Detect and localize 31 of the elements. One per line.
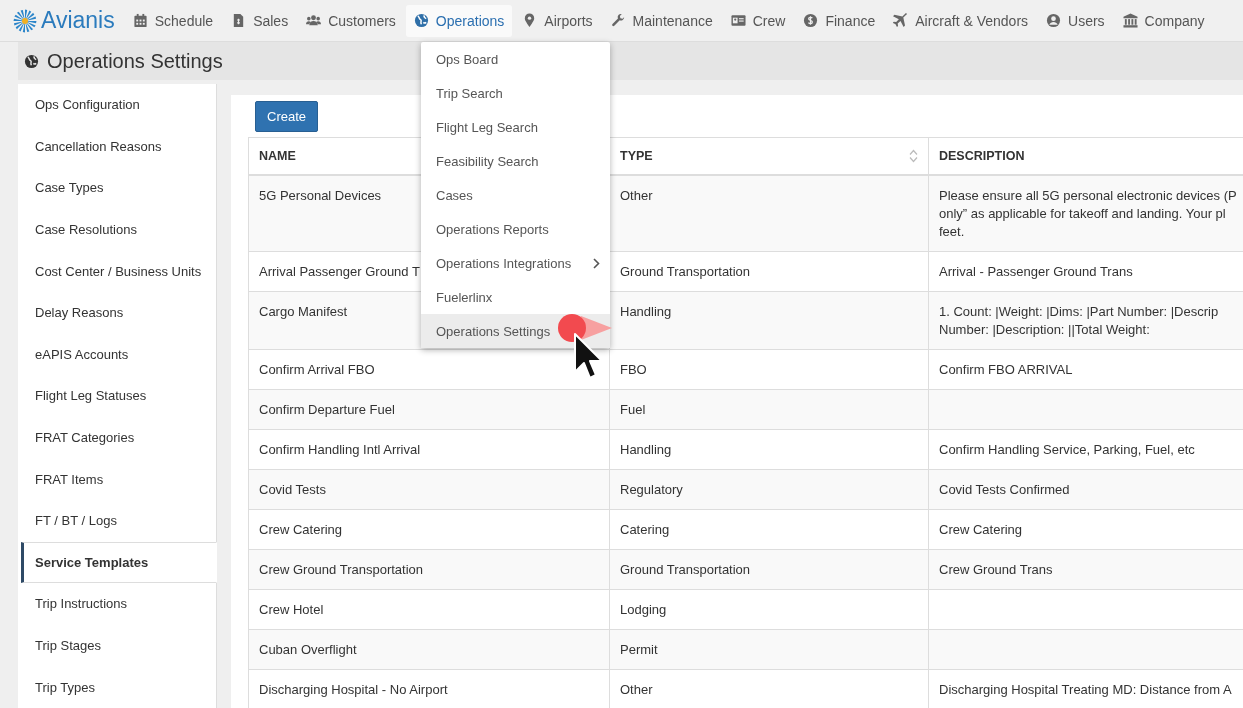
table-cell: Crew Hotel	[248, 589, 610, 630]
table-cell: Covid Tests Confirmed	[928, 469, 1243, 510]
table-cell: Ground Transportation	[609, 251, 929, 292]
table-cell: Crew Ground Trans	[928, 549, 1243, 590]
table-cell: Cuban Overflight	[248, 629, 610, 670]
table-cell: Crew Catering	[248, 509, 610, 550]
table-cell: Fuel	[609, 389, 929, 430]
table-cell: Crew Catering	[928, 509, 1243, 550]
table-cell: Handling	[609, 291, 929, 350]
table-cell: Please ensure all 5G personal electronic devices (P only” as applicable for takeoff and landing. Your pl feet.	[928, 175, 1243, 252]
table-cell: FBO	[609, 349, 929, 390]
table-cell: Covid Tests	[248, 469, 610, 510]
table-cell: Other	[609, 175, 929, 252]
table-cell: Confirm Handling Intl Arrival	[248, 429, 610, 470]
table-cell: Crew Ground Transportation	[248, 549, 610, 590]
table-cell: Discharging Hospital - No Airport	[248, 669, 610, 708]
table-cell: Confirm Arrival FBO	[248, 349, 610, 390]
table-cell: Confirm Handling Service, Parking, Fuel, etc	[928, 429, 1243, 470]
table-cell: Other	[609, 669, 929, 708]
table-cell: Confirm FBO ARRIVAL	[928, 349, 1243, 390]
table-cell: Discharging Hospital Treating MD: Distance from A	[928, 669, 1243, 708]
table-cell: Confirm Departure Fuel	[248, 389, 610, 430]
table-cell: Handling	[609, 429, 929, 470]
table-cell: Arrival - Passenger Ground Trans	[928, 251, 1243, 292]
table-cell: Regulatory	[609, 469, 929, 510]
table-cell: Permit	[609, 629, 929, 670]
table-cell: Catering	[609, 509, 929, 550]
table-cell: Lodging	[609, 589, 929, 630]
table-cell: 1. Count: |Weight: |Dims: |Part Number: |Descrip Number: |Description: ||Total Weight:	[928, 291, 1243, 350]
page-title: Operations Settings	[47, 49, 223, 73]
table-cell: Ground Transportation	[609, 549, 929, 590]
